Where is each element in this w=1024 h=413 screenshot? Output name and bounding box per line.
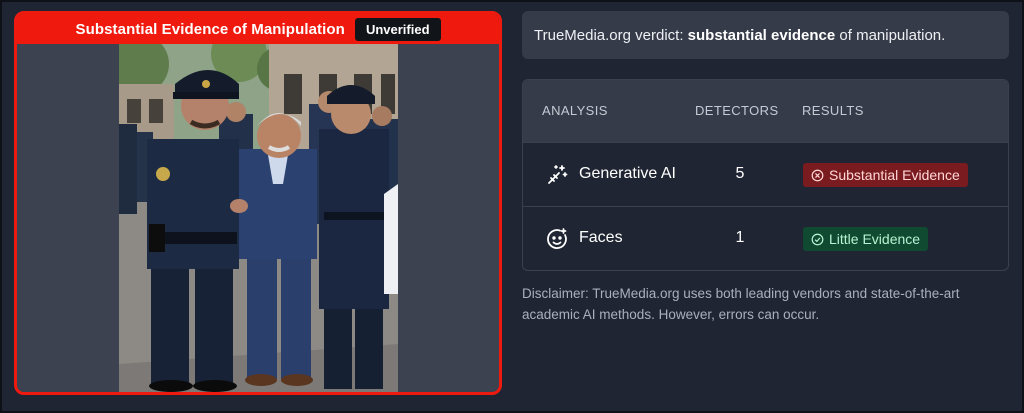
result-badge: Little Evidence bbox=[803, 227, 929, 251]
media-card: Substantial Evidence of Manipulation Unv… bbox=[14, 11, 502, 395]
detector-count: 5 bbox=[735, 165, 745, 182]
analyzed-photo[interactable] bbox=[119, 44, 398, 392]
media-header: Substantial Evidence of Manipulation Unv… bbox=[17, 14, 499, 44]
analysis-table: ANALYSIS DETECTORS RESULTS Generative AI… bbox=[522, 79, 1009, 271]
table-row-faces[interactable]: Faces 1 Little Evidence bbox=[523, 206, 1008, 270]
analysis-name: Faces bbox=[579, 229, 623, 246]
verdict-prefix: TrueMedia.org verdict: bbox=[534, 26, 688, 44]
face-icon bbox=[547, 228, 567, 249]
analysis-name: Generative AI bbox=[579, 165, 676, 182]
table-row-generative-ai[interactable]: Generative AI 5 Substantial Evidence bbox=[523, 142, 1008, 206]
result-label: Little Evidence bbox=[829, 231, 921, 247]
verdict-emphasis: substantial evidence bbox=[687, 26, 836, 44]
result-label: Substantial Evidence bbox=[829, 167, 960, 183]
table-header: ANALYSIS DETECTORS RESULTS bbox=[523, 80, 1008, 142]
verdict-suffix: of manipulation. bbox=[835, 26, 946, 44]
status-badge: Unverified bbox=[354, 17, 441, 41]
sparkles-icon bbox=[548, 165, 568, 184]
detector-count: 1 bbox=[735, 229, 745, 246]
column-detectors: DETECTORS bbox=[695, 103, 779, 118]
verdict-summary: TrueMedia.org verdict: substantial evide… bbox=[522, 11, 1009, 59]
column-analysis: ANALYSIS bbox=[542, 103, 608, 118]
disclaimer: Disclaimer: TrueMedia.org uses both lead… bbox=[522, 286, 960, 322]
verdict-title: Substantial Evidence of Manipulation bbox=[75, 20, 345, 38]
check-circle-icon bbox=[811, 233, 824, 245]
photo-illustration bbox=[119, 44, 398, 392]
result-badge: Substantial Evidence bbox=[803, 163, 968, 187]
x-circle-icon bbox=[811, 169, 824, 181]
column-results: RESULTS bbox=[802, 103, 864, 118]
